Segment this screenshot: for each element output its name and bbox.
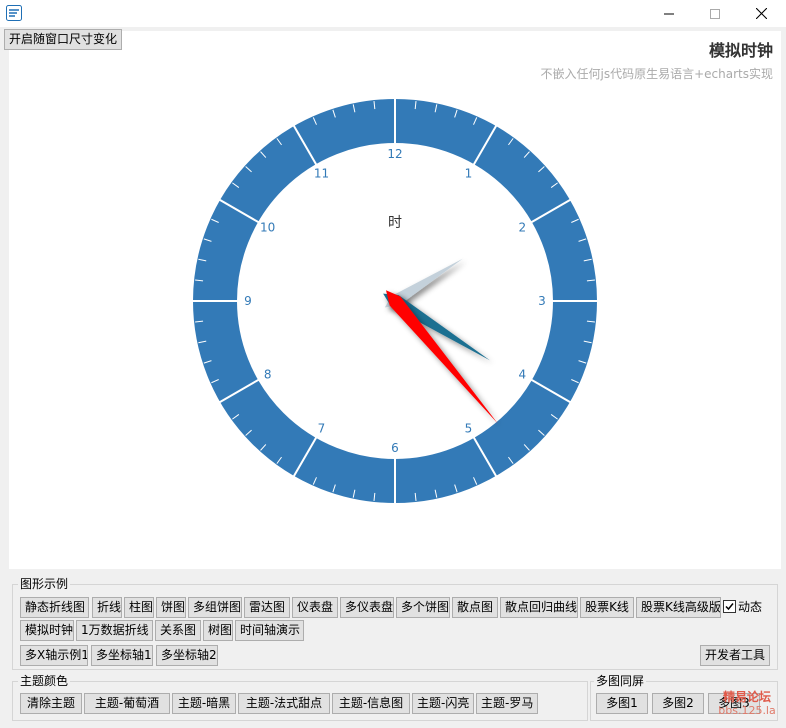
multi-chart-legend: 多图同屏 bbox=[594, 674, 647, 688]
btn-10k-line[interactable]: 1万数据折线 bbox=[76, 620, 153, 641]
btn-multi-chart-1[interactable]: 多图1 bbox=[596, 693, 648, 714]
btn-multi-axis-1[interactable]: 多坐标轴1 bbox=[91, 645, 153, 666]
btn-theme-infographic[interactable]: 主题-信息图 bbox=[332, 693, 410, 714]
btn-pie[interactable]: 饼图 bbox=[156, 597, 186, 618]
clock-hour-label: 3 bbox=[538, 294, 546, 308]
btn-analog-clock[interactable]: 模拟时钟 bbox=[20, 620, 74, 641]
clock-hour-label: 1 bbox=[465, 167, 473, 181]
btn-stock-kline[interactable]: 股票K线 bbox=[580, 597, 634, 618]
dynamic-checkbox-label: 动态 bbox=[738, 599, 763, 614]
btn-tree[interactable]: 树图 bbox=[203, 620, 233, 641]
chart-examples-legend: 图形示例 bbox=[18, 577, 71, 591]
checkbox-check-icon[interactable] bbox=[723, 599, 736, 613]
btn-multi-axis-2[interactable]: 多坐标轴2 bbox=[156, 645, 218, 666]
btn-radar[interactable]: 雷达图 bbox=[244, 597, 290, 618]
btn-theme-wine[interactable]: 主题-葡萄酒 bbox=[84, 693, 170, 714]
btn-theme-dark[interactable]: 主题-暗黑 bbox=[172, 693, 236, 714]
btn-line[interactable]: 折线 bbox=[92, 597, 122, 618]
title-bar bbox=[0, 0, 786, 27]
watermark-line-2: bbs.125.la bbox=[718, 704, 776, 717]
clock-second-hand bbox=[386, 290, 498, 424]
clock-hour-label: 5 bbox=[465, 421, 473, 435]
clock-hour-label: 8 bbox=[264, 368, 272, 382]
clock-hour-label: 2 bbox=[518, 221, 526, 235]
btn-gauge[interactable]: 仪表盘 bbox=[292, 597, 338, 618]
btn-multi-x-axis[interactable]: 多X轴示例1 bbox=[20, 645, 88, 666]
btn-multi-chart-2[interactable]: 多图2 bbox=[652, 693, 704, 714]
watermark-line-1: 精易论坛 bbox=[722, 690, 771, 704]
close-button[interactable] bbox=[738, 0, 784, 27]
clock-hour-label: 10 bbox=[260, 221, 275, 235]
btn-multiple-pies[interactable]: 多个饼图 bbox=[396, 597, 450, 618]
clock-hour-label: 11 bbox=[314, 167, 329, 181]
chart-area: 模拟时钟 不嵌入任何js代码原生易语言+echarts实现 12 1 2 3 4 5 6 7 8… bbox=[9, 31, 781, 569]
btn-theme-shine[interactable]: 主题-闪亮 bbox=[412, 693, 474, 714]
clock-center-label: 时 bbox=[388, 215, 402, 231]
btn-dev-tools[interactable]: 开发者工具 bbox=[700, 645, 770, 666]
forum-watermark: 精易论坛 bbs.125.la bbox=[712, 690, 782, 718]
toggle-resize-button[interactable]: 开启随窗口尺寸变化 bbox=[4, 29, 122, 50]
clock-hour-label: 4 bbox=[518, 368, 526, 382]
maximize-button[interactable] bbox=[692, 0, 738, 27]
clock-hour-label: 9 bbox=[244, 294, 252, 308]
btn-multi-gauge[interactable]: 多仪表盘 bbox=[340, 597, 394, 618]
btn-theme-french-dessert[interactable]: 主题-法式甜点 bbox=[238, 693, 330, 714]
app-icon bbox=[6, 5, 22, 21]
btn-graph[interactable]: 关系图 bbox=[155, 620, 201, 641]
minimize-button[interactable] bbox=[646, 0, 692, 27]
btn-multi-pie[interactable]: 多组饼图 bbox=[188, 597, 242, 618]
theme-legend: 主题颜色 bbox=[18, 674, 71, 688]
btn-timeline[interactable]: 时间轴演示 bbox=[235, 620, 304, 641]
dynamic-checkbox[interactable]: 动态 bbox=[723, 598, 762, 614]
clock-hour-label: 7 bbox=[318, 421, 326, 435]
btn-scatter[interactable]: 散点图 bbox=[452, 597, 498, 618]
btn-static-line[interactable]: 静态折线图 bbox=[20, 597, 89, 618]
clock-hour-label: 6 bbox=[391, 441, 399, 455]
btn-clear-theme[interactable]: 清除主题 bbox=[20, 693, 82, 714]
clock-hour-label: 12 bbox=[387, 147, 402, 161]
btn-theme-roma[interactable]: 主题-罗马 bbox=[476, 693, 538, 714]
clock-gauge: 121234567891011时 bbox=[192, 98, 598, 504]
btn-stock-kline-advanced[interactable]: 股票K线高级版 bbox=[636, 597, 721, 618]
btn-bar[interactable]: 柱图 bbox=[124, 597, 154, 618]
btn-scatter-regression[interactable]: 散点回归曲线 bbox=[500, 597, 578, 618]
